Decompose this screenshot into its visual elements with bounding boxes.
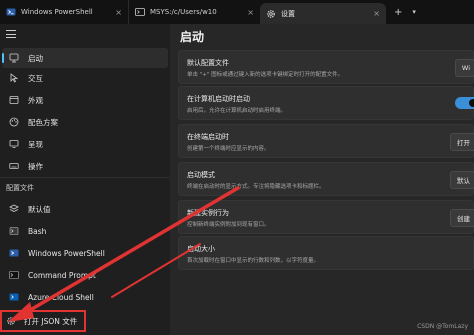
sidebar-item-label: 启动	[28, 53, 43, 63]
sidebar-item-defaults[interactable]: 默认值	[2, 199, 168, 219]
setting-launch-size[interactable]: 启动大小 首次加载时在窗口中显示的行数和列数，以字符度量。	[178, 236, 474, 270]
sidebar-item-label: 交互	[28, 73, 43, 83]
sidebar-item-color-schemes[interactable]: 配色方案	[2, 112, 168, 132]
gear-icon	[266, 9, 276, 19]
sidebar-item-label: 操作	[28, 161, 43, 171]
sidebar-item-actions[interactable]: 操作	[2, 156, 168, 176]
new-instance-dropdown[interactable]: 创建	[450, 209, 474, 227]
startup-icon	[8, 52, 20, 64]
sidebar-item-rendering[interactable]: 呈现	[2, 134, 168, 154]
tab-label: 设置	[281, 9, 295, 18]
setting-description: 终端在启动时的显示方式。专注将隐藏选项卡和标题栏。	[187, 184, 325, 190]
chevron-down-icon[interactable]: ▾	[412, 8, 416, 16]
settings-sidebar: 启动 交互 外观 配色方案 呈现 操作 配置文件 默认值 Bash Window…	[0, 24, 170, 335]
interaction-icon	[8, 72, 20, 84]
setting-launch-on-startup[interactable]: 在计算机启动时启动 启用后，允许在计算机启动时启用终端。	[178, 86, 474, 120]
watermark: CSDN @TomLazy	[417, 323, 468, 330]
setting-description: 启用后，允许在计算机启动时启用终端。	[187, 108, 287, 114]
appearance-icon	[8, 94, 20, 106]
settings-main: 启动 默认配置文件 单击 "+" 图标或通过键入新的选项卡键绑定时打开的配置文件…	[170, 24, 474, 335]
profiles-heading: 配置文件	[6, 184, 34, 192]
tab-powershell[interactable]: Windows PowerShell ×	[0, 0, 128, 24]
sidebar-item-bash[interactable]: Bash	[2, 221, 168, 241]
setting-description: 创建第一个终端时应显示的内容。	[187, 146, 270, 152]
sidebar-item-label: 默认值	[28, 204, 51, 214]
palette-icon	[8, 116, 20, 128]
bash-icon	[8, 225, 20, 237]
gear-icon	[6, 316, 16, 326]
setting-title: 默认配置文件	[187, 59, 229, 67]
powershell-icon	[8, 247, 20, 259]
tab-msys[interactable]: MSYS:/c/Users/w10 ×	[128, 0, 260, 24]
setting-title: 启动模式	[187, 171, 215, 179]
setting-title: 启动大小	[187, 245, 215, 253]
setting-new-instance-behavior[interactable]: 新建实例行为 控制新终端实例附加到现有窗口。 创建	[178, 200, 474, 234]
tab-label: Windows PowerShell	[21, 8, 93, 16]
tab-actions: + ▾	[386, 0, 416, 24]
sidebar-item-label: 配色方案	[28, 117, 58, 127]
setting-on-launch[interactable]: 在终端启动时 创建第一个终端时应显示的内容。 打开	[178, 124, 474, 158]
powershell-icon	[6, 7, 16, 17]
sidebar-item-label: 呈现	[28, 139, 43, 149]
on-launch-dropdown[interactable]: 打开	[450, 133, 474, 151]
sidebar-item-label: Windows PowerShell	[28, 248, 105, 258]
close-icon[interactable]: ×	[247, 8, 254, 17]
sidebar-item-windows-powershell[interactable]: Windows PowerShell	[2, 243, 168, 263]
setting-launch-mode[interactable]: 启动模式 终端在启动时的显示方式。专注将隐藏选项卡和标题栏。 默认	[178, 162, 474, 196]
cmd-icon	[8, 269, 20, 281]
layers-icon	[8, 203, 20, 215]
terminal-icon	[135, 7, 145, 17]
launch-mode-dropdown[interactable]: 默认	[450, 171, 474, 189]
sidebar-item-startup[interactable]: 启动	[2, 48, 168, 68]
page-title: 启动	[180, 30, 205, 44]
setting-description: 单击 "+" 图标或通过键入新的选项卡键绑定时打开的配置文件。	[187, 72, 344, 78]
sidebar-item-appearance[interactable]: 外观	[2, 90, 168, 110]
tab-label: MSYS:/c/Users/w10	[150, 8, 217, 16]
monitor-icon	[8, 138, 20, 150]
azure-icon	[8, 291, 20, 303]
sidebar-item-label: Bash	[28, 226, 47, 236]
setting-default-profile[interactable]: 默认配置文件 单击 "+" 图标或通过键入新的选项卡键绑定时打开的配置文件。 W…	[178, 50, 474, 84]
sidebar-item-label: Command Prompt	[28, 270, 96, 280]
sidebar-item-interaction[interactable]: 交互	[2, 68, 168, 88]
sidebar-item-label: 外观	[28, 95, 43, 105]
new-tab-button[interactable]: +	[394, 7, 402, 18]
tab-settings[interactable]: 设置 ×	[260, 3, 386, 24]
sidebar-item-azure-cloud-shell[interactable]: Azure Cloud Shell	[2, 287, 168, 307]
sidebar-item-command-prompt[interactable]: Command Prompt	[2, 265, 168, 285]
close-icon[interactable]: ×	[115, 8, 122, 17]
sidebar-item-label: Azure Cloud Shell	[28, 292, 94, 302]
setting-description: 控制新终端实例附加到现有窗口。	[187, 222, 270, 228]
setting-description: 首次加载时在窗口中显示的行数和列数，以字符度量。	[187, 258, 320, 264]
open-json-file-button[interactable]: 打开 JSON 文件	[0, 310, 86, 332]
open-json-label: 打开 JSON 文件	[24, 316, 78, 326]
close-icon[interactable]: ×	[373, 9, 380, 18]
keyboard-icon	[8, 160, 20, 172]
setting-title: 新建实例行为	[187, 209, 229, 217]
launch-on-startup-toggle[interactable]	[455, 97, 474, 109]
tab-bar: Windows PowerShell × MSYS:/c/Users/w10 ×…	[0, 0, 474, 24]
sidebar-divider	[0, 177, 170, 178]
setting-title: 在终端启动时	[187, 133, 229, 141]
menu-icon[interactable]	[6, 30, 16, 38]
setting-title: 在计算机启动时启动	[187, 95, 250, 103]
default-profile-dropdown[interactable]: Wi	[454, 59, 474, 77]
